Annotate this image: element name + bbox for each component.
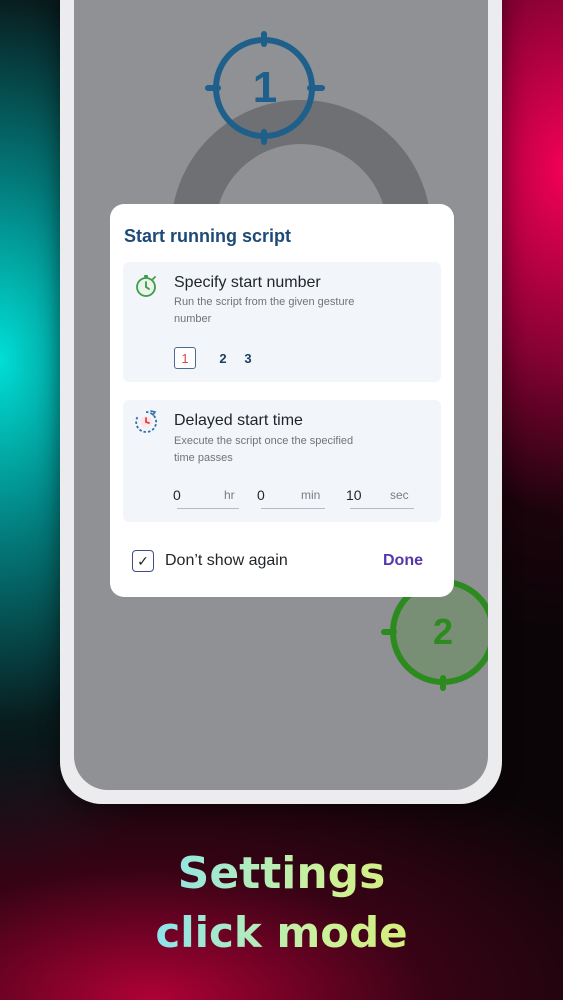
target-number: 1 bbox=[252, 63, 278, 112]
minutes-underline bbox=[261, 508, 325, 509]
target-1[interactable]: 1 bbox=[204, 30, 326, 146]
minutes-input[interactable]: 0 min bbox=[257, 487, 325, 509]
check-icon: ✓ bbox=[137, 552, 149, 569]
delayed-start-card: Delayed start time Execute the script on… bbox=[123, 400, 441, 522]
delayed-start-description: Execute the script once the specified ti… bbox=[174, 435, 354, 464]
start-number-title: Specify start number bbox=[174, 274, 321, 291]
stopwatch-icon bbox=[136, 275, 156, 297]
start-number-description: Run the script from the given gesture nu… bbox=[174, 296, 355, 325]
hours-value: 0 bbox=[173, 487, 181, 503]
dialog-title: Start running script bbox=[124, 226, 292, 246]
done-button[interactable]: Done bbox=[383, 552, 423, 570]
start-number-option-2[interactable]: 2 bbox=[217, 347, 229, 369]
start-number-option-1[interactable]: 1 bbox=[174, 347, 196, 369]
start-running-script-dialog: Start running script Specify start numbe… bbox=[110, 204, 454, 597]
hours-input[interactable]: 0 hr bbox=[173, 487, 239, 509]
dont-show-again-checkbox[interactable]: ✓ bbox=[132, 550, 154, 572]
seconds-unit: sec bbox=[390, 488, 409, 502]
seconds-value: 10 bbox=[346, 487, 362, 503]
seconds-underline bbox=[350, 508, 414, 509]
seconds-input[interactable]: 10 sec bbox=[346, 487, 414, 509]
caption-line-2: click mode bbox=[0, 908, 563, 957]
delayed-start-title: Delayed start time bbox=[174, 412, 303, 429]
timer-clock-icon bbox=[135, 410, 158, 433]
hours-unit: hr bbox=[224, 488, 235, 502]
start-number-card: Specify start number Run the script from… bbox=[123, 262, 441, 382]
minutes-unit: min bbox=[301, 488, 321, 502]
start-number-option-3[interactable]: 3 bbox=[242, 347, 254, 369]
minutes-value: 0 bbox=[257, 487, 265, 503]
dont-show-again-label[interactable]: Don’t show again bbox=[165, 552, 288, 570]
hours-underline bbox=[177, 508, 239, 509]
caption-line-1: Settings bbox=[0, 848, 563, 899]
